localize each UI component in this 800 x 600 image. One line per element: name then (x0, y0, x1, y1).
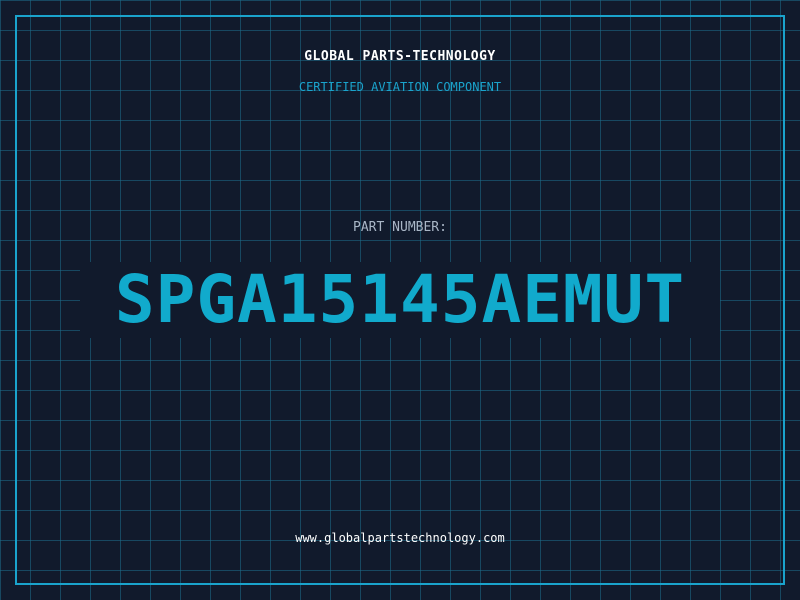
brand-title: GLOBAL PARTS-TECHNOLOGY (304, 49, 496, 64)
part-number-panel: SPGA15145AEMUT (80, 262, 720, 338)
part-number-value: SPGA15145AEMUT (114, 261, 686, 338)
certification-subtitle: CERTIFIED AVIATION COMPONENT (298, 80, 502, 94)
part-number-label: PART NUMBER: (353, 220, 447, 235)
website-link[interactable]: www.globalpartstechnology.com (0, 531, 800, 545)
certificate-page: GLOBAL PARTS-TECHNOLOGY CERTIFIED AVIATI… (0, 0, 800, 600)
